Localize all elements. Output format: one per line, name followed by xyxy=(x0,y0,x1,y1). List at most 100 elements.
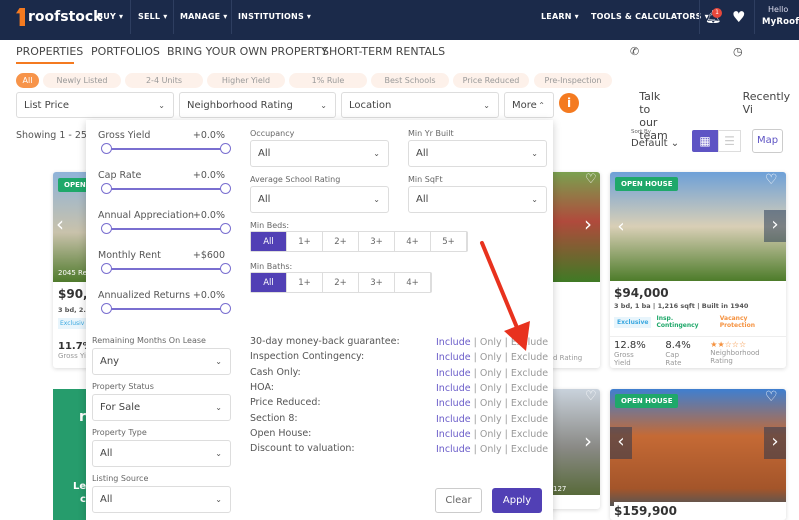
chevron-right-icon[interactable]: › xyxy=(764,210,786,242)
tab-byop[interactable]: BRING YOUR OWN PROPERTY xyxy=(167,45,328,58)
chevron-right-icon[interactable]: › xyxy=(584,429,592,453)
exclude-option[interactable]: Exclude xyxy=(511,429,548,440)
nav-tools[interactable]: TOOLS & CALCULATORS ▾ xyxy=(591,12,709,21)
only-option[interactable]: Only xyxy=(480,398,502,409)
nav-sell[interactable]: SELL ▾ xyxy=(138,12,167,21)
exclude-option[interactable]: Exclude xyxy=(511,383,548,394)
chip-best-schools[interactable]: Best Schools xyxy=(371,73,449,88)
nav-learn[interactable]: LEARN ▾ xyxy=(541,12,579,21)
list-price-select[interactable]: List Price ⌄ xyxy=(16,92,174,118)
chip-higher-yield[interactable]: Higher Yield xyxy=(207,73,285,88)
chip-price-reduced[interactable]: Price Reduced xyxy=(453,73,529,88)
slider-handle-max[interactable] xyxy=(220,223,231,234)
grid-view-button[interactable]: ▦ xyxy=(692,130,718,152)
exclude-option[interactable]: Exclude xyxy=(511,414,548,425)
min-yr-built-select[interactable]: All ⌄ xyxy=(408,140,547,167)
chip-2-4-units[interactable]: 2-4 Units xyxy=(125,73,203,88)
nav-institutions[interactable]: INSTITUTIONS ▾ xyxy=(238,12,311,21)
apply-button[interactable]: Apply xyxy=(492,488,542,513)
property-card[interactable]: OPEN HOUSE ♡ ‹ › $159,900 xyxy=(610,389,786,520)
chevron-right-icon[interactable]: › xyxy=(764,427,786,459)
property-card[interactable]: OPEN HOUSE ♡ ‹ › $94,000 3 bd, 1 ba | 1,… xyxy=(610,172,786,368)
location-select[interactable]: Location ⌄ xyxy=(341,92,499,118)
min-sqft-select[interactable]: All ⌄ xyxy=(408,186,547,213)
only-option[interactable]: Only xyxy=(480,444,502,455)
baths-option[interactable]: All xyxy=(251,273,287,292)
sort-select[interactable]: Default ⌄ xyxy=(631,138,679,149)
heart-outline-icon[interactable]: ♡ xyxy=(765,389,778,405)
baths-option[interactable]: 1+ xyxy=(287,273,323,292)
slider-handle-min[interactable] xyxy=(101,303,112,314)
talk-to-team-link[interactable]: ✆ Talk to our team xyxy=(630,45,668,142)
neighborhood-rating-select[interactable]: Neighborhood Rating ⌄ xyxy=(179,92,336,118)
include-option[interactable]: Include xyxy=(436,444,471,455)
clear-button[interactable]: Clear xyxy=(435,488,482,513)
chevron-left-icon[interactable]: ‹ xyxy=(610,212,632,244)
exclude-option[interactable]: Exclude xyxy=(511,444,548,455)
nav-manage[interactable]: MANAGE ▾ xyxy=(180,12,227,21)
only-option[interactable]: Only xyxy=(480,429,502,440)
school-rating-select[interactable]: All ⌄ xyxy=(250,186,389,213)
only-option[interactable]: Only xyxy=(480,414,502,425)
heart-outline-icon[interactable]: ♡ xyxy=(765,172,778,188)
include-option[interactable]: Include xyxy=(436,383,471,394)
slider-handle-max[interactable] xyxy=(220,303,231,314)
only-option[interactable]: Only xyxy=(480,368,502,379)
include-option[interactable]: Include xyxy=(436,368,471,379)
beds-option[interactable]: 2+ xyxy=(323,232,359,251)
exclude-option[interactable]: Exclude xyxy=(511,398,548,409)
tab-properties[interactable]: PROPERTIES xyxy=(16,45,83,58)
range-slider[interactable] xyxy=(101,183,231,194)
filter-select[interactable]: For Sale ⌄ xyxy=(92,394,231,421)
baths-option[interactable]: 2+ xyxy=(323,273,359,292)
include-option[interactable]: Include xyxy=(436,429,471,440)
roofstock-logo[interactable]: roofstock xyxy=(16,8,102,26)
baths-option[interactable]: 3+ xyxy=(359,273,395,292)
chip-all[interactable]: All xyxy=(16,73,39,88)
range-slider[interactable] xyxy=(101,263,231,274)
include-option[interactable]: Include xyxy=(436,414,471,425)
map-button[interactable]: Map xyxy=(752,129,783,153)
include-option[interactable]: Include xyxy=(436,337,471,348)
beds-option[interactable]: 4+ xyxy=(395,232,431,251)
heart-outline-icon[interactable]: ♡ xyxy=(585,389,597,404)
heart-outline-icon[interactable]: ♡ xyxy=(585,172,597,187)
nav-buy[interactable]: BUY ▾ xyxy=(97,12,123,21)
info-icon[interactable]: i xyxy=(559,93,579,113)
range-slider[interactable] xyxy=(101,143,231,154)
occupancy-select[interactable]: All ⌄ xyxy=(250,140,389,167)
slider-handle-max[interactable] xyxy=(220,183,231,194)
only-option[interactable]: Only xyxy=(480,383,502,394)
slider-handle-min[interactable] xyxy=(101,223,112,234)
beds-option[interactable]: 1+ xyxy=(287,232,323,251)
chip-newly-listed[interactable]: Newly Listed xyxy=(43,73,121,88)
beds-option[interactable]: 3+ xyxy=(359,232,395,251)
slider-handle-max[interactable] xyxy=(220,263,231,274)
filter-select[interactable]: Any ⌄ xyxy=(92,348,231,375)
heart-icon[interactable]: ♥ xyxy=(732,8,745,26)
slider-handle-max[interactable] xyxy=(220,143,231,154)
chevron-right-icon[interactable]: › xyxy=(584,212,592,236)
chip-pre-inspection[interactable]: Pre-Inspection xyxy=(534,73,612,88)
tab-str[interactable]: SHORT-TERM RENTALS xyxy=(322,45,445,58)
more-filters-button[interactable]: More ⌃ xyxy=(504,92,554,118)
include-option[interactable]: Include xyxy=(436,352,471,363)
beds-option[interactable]: All xyxy=(251,232,287,251)
exclude-option[interactable]: Exclude xyxy=(511,368,548,379)
slider-handle-min[interactable] xyxy=(101,183,112,194)
list-view-button[interactable]: ☰ xyxy=(718,130,741,152)
slider-handle-min[interactable] xyxy=(101,263,112,274)
chevron-left-icon[interactable]: ‹ xyxy=(610,427,632,459)
chip-1-rule[interactable]: 1% Rule xyxy=(289,73,367,88)
include-option[interactable]: Include xyxy=(436,398,471,409)
user-menu[interactable]: MyRoofs xyxy=(762,17,799,27)
recently-viewed-link[interactable]: ◷ Recently Vi xyxy=(733,45,790,116)
beds-option[interactable]: 5+ xyxy=(431,232,467,251)
chevron-left-icon[interactable]: ‹ xyxy=(56,212,64,236)
baths-option[interactable]: 4+ xyxy=(395,273,431,292)
filter-select[interactable]: All ⌄ xyxy=(92,486,231,513)
tab-portfolios[interactable]: PORTFOLIOS xyxy=(91,45,160,58)
slider-handle-min[interactable] xyxy=(101,143,112,154)
range-slider[interactable] xyxy=(101,223,231,234)
range-slider[interactable] xyxy=(101,303,231,314)
